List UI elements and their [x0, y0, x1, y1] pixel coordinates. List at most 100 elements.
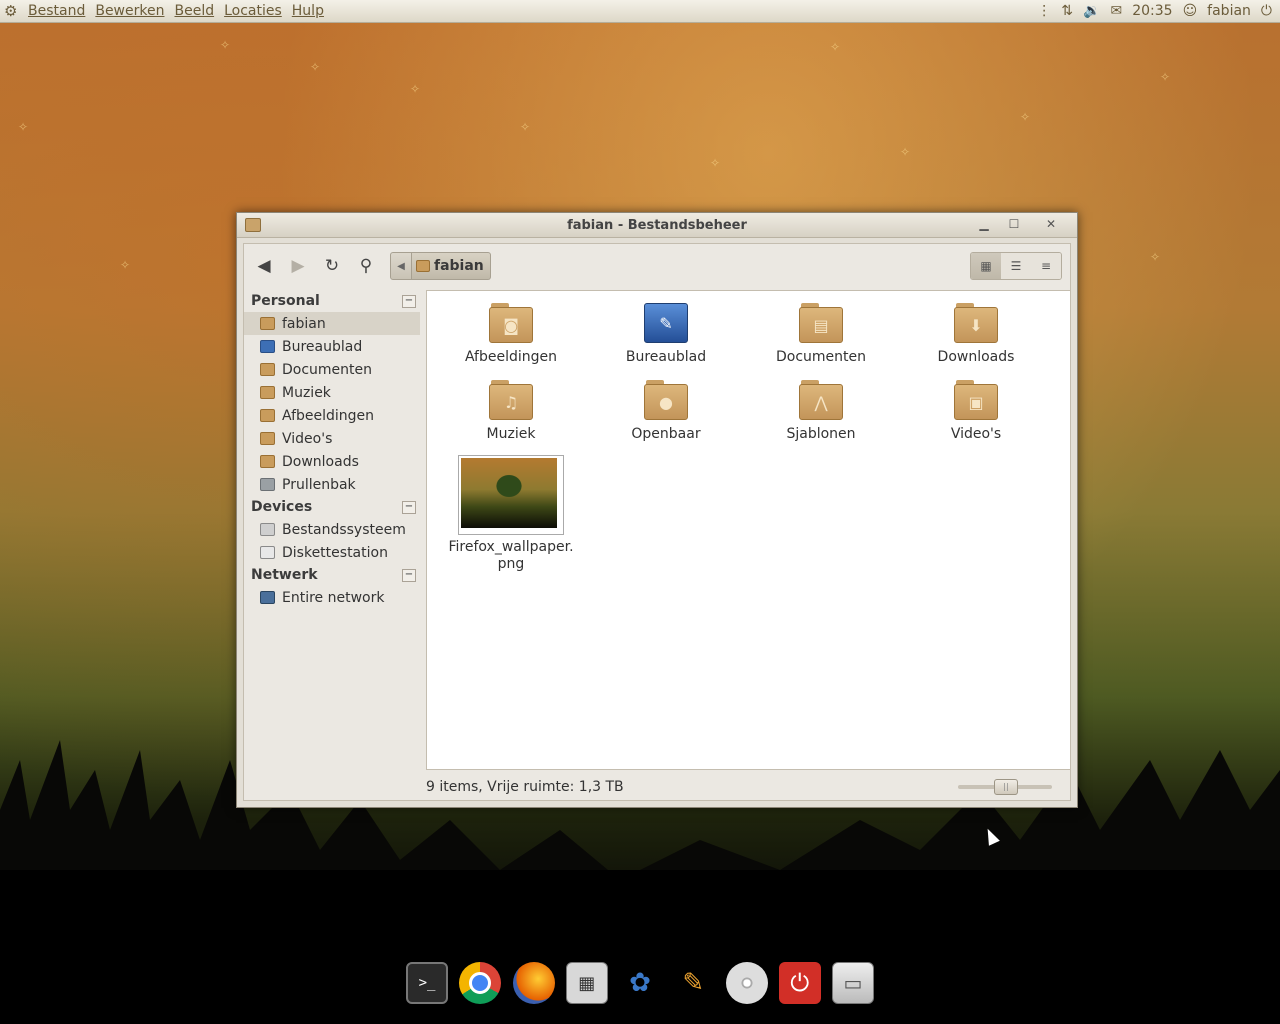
power-icon[interactable]: ⏻: [1261, 3, 1272, 19]
sidebar-heading-netwerk[interactable]: Netwerk −: [244, 564, 420, 586]
drive-icon: [260, 523, 275, 536]
sidebar-item-bureaublad[interactable]: Bureaublad: [244, 335, 420, 358]
search-icon[interactable]: ⚲: [352, 252, 380, 280]
collapse-icon[interactable]: −: [402, 568, 416, 582]
clock[interactable]: 20:35: [1132, 3, 1172, 19]
star-decoration: ✧: [830, 40, 841, 54]
sidebar-item-entire-network[interactable]: Entire network: [244, 586, 420, 609]
sidebar-item-fabian[interactable]: fabian: [244, 312, 420, 335]
documents-folder-icon: ▤: [799, 303, 843, 343]
sidebar-item-prullenbak[interactable]: Prullenbak: [244, 473, 420, 496]
sidebar-item-bestandssysteem[interactable]: Bestandssysteem: [244, 518, 420, 541]
sidebar-item-documenten[interactable]: Documenten: [244, 358, 420, 381]
menu-bestand[interactable]: Bestand: [28, 3, 85, 19]
sidebar-heading-personal[interactable]: Personal −: [244, 290, 420, 312]
file-name: Documenten: [775, 349, 866, 365]
gnome-icon[interactable]: ✿: [619, 962, 661, 1004]
compact-view-button[interactable]: ≡: [1031, 253, 1061, 279]
paint-icon[interactable]: ✎: [672, 962, 714, 1004]
file-name: Openbaar: [631, 426, 701, 442]
star-decoration: ✧: [120, 258, 131, 272]
music-folder-icon: [260, 386, 275, 399]
network-arrows-icon[interactable]: ⇅: [1061, 3, 1073, 19]
window-titlebar[interactable]: fabian - Bestandsbeheer ▁ ☐ ✕: [237, 213, 1077, 238]
file-item-bureaublad[interactable]: ✎ Bureaublad: [596, 303, 736, 365]
sidebar-heading-devices[interactable]: Devices −: [244, 496, 420, 518]
menu-beeld[interactable]: Beeld: [174, 3, 214, 19]
chrome-icon[interactable]: [459, 962, 502, 1004]
close-button[interactable]: ✕: [1031, 216, 1071, 232]
file-view[interactable]: ◙ Afbeeldingen ✎ Bureaublad ▤ Documenten…: [426, 290, 1070, 770]
file-manager-icon[interactable]: ▭: [832, 962, 874, 1004]
cd-icon[interactable]: [725, 962, 768, 1004]
file-item-sjablonen[interactable]: ⋀ Sjablonen: [751, 380, 891, 442]
list-view-button[interactable]: ☰: [1001, 253, 1031, 279]
file-name: Muziek: [486, 426, 536, 442]
collapse-icon[interactable]: −: [402, 500, 416, 514]
minimize-button[interactable]: ▁: [971, 216, 997, 232]
star-decoration: ✧: [900, 145, 911, 159]
trash-icon: [260, 478, 275, 491]
desktop-icon: ✎: [644, 303, 688, 343]
sidebar-item-label: Video's: [282, 430, 333, 447]
star-decoration: ✧: [310, 60, 321, 74]
zoom-slider-knob[interactable]: ||: [994, 779, 1018, 795]
sidebar-item-label: Afbeeldingen: [282, 407, 375, 424]
sidebar-item-diskettestation[interactable]: Diskettestation: [244, 541, 420, 564]
ubuntu-logo-icon[interactable]: ⚙: [4, 3, 20, 19]
star-decoration: ✧: [220, 38, 231, 52]
maximize-button[interactable]: ☐: [1001, 216, 1027, 232]
file-item-firefox-wallpaper[interactable]: Firefox_wallpaper. png: [441, 455, 581, 573]
file-item-afbeeldingen[interactable]: ◙ Afbeeldingen: [441, 303, 581, 365]
public-folder-icon: ●: [644, 380, 688, 420]
zoom-slider[interactable]: ||: [958, 779, 1052, 795]
user-name[interactable]: fabian: [1207, 3, 1251, 19]
star-decoration: ✧: [1150, 250, 1161, 264]
path-button-home[interactable]: fabian: [412, 252, 491, 280]
volume-icon[interactable]: 🔉: [1083, 3, 1100, 19]
file-item-documenten[interactable]: ▤ Documenten: [751, 303, 891, 365]
firefox-icon[interactable]: [512, 962, 555, 1004]
back-arrow-icon[interactable]: ◀: [250, 252, 278, 280]
file-item-muziek[interactable]: ♫ Muziek: [441, 380, 581, 442]
reload-icon[interactable]: ↻: [318, 252, 346, 280]
pictures-folder-icon: ◙: [489, 303, 533, 343]
toolbar: ◀ ▶ ↻ ⚲ ◀ fabian ▦ ☰ ≡: [244, 244, 1070, 288]
sidebar-item-label: Documenten: [282, 361, 373, 378]
collapse-icon[interactable]: −: [402, 294, 416, 308]
sidebar-item-label: Entire network: [282, 589, 385, 606]
sidebar-item-label: Muziek: [282, 384, 331, 401]
icon-view-button[interactable]: ▦: [971, 253, 1001, 279]
file-name: Video's: [950, 426, 1002, 442]
window-controls: ▁ ☐ ✕: [971, 216, 1071, 232]
sidebar-heading-label: Netwerk: [251, 567, 318, 583]
mail-icon[interactable]: ✉: [1110, 3, 1122, 19]
sidebar-item-downloads[interactable]: Downloads: [244, 450, 420, 473]
power-icon[interactable]: ⏻: [778, 962, 821, 1004]
star-decoration: ✧: [1160, 70, 1171, 84]
user-icon: ☺: [1182, 3, 1198, 19]
path-scroll-left-button[interactable]: ◀: [390, 252, 412, 280]
pictures-folder-icon: [260, 409, 275, 422]
terminal-icon[interactable]: >_: [406, 962, 448, 1004]
file-name: Firefox_wallpaper. png: [448, 539, 574, 572]
file-name: Bureaublad: [625, 349, 707, 365]
sidebar-item-videos[interactable]: Video's: [244, 427, 420, 450]
sidebar-item-afbeeldingen[interactable]: Afbeeldingen: [244, 404, 420, 427]
network-icon: [260, 591, 275, 604]
sidebar-item-muziek[interactable]: Muziek: [244, 381, 420, 404]
documents-folder-icon: [260, 363, 275, 376]
forward-arrow-icon[interactable]: ▶: [284, 252, 312, 280]
menu-bewerken[interactable]: Bewerken: [95, 3, 164, 19]
menu-locaties[interactable]: Locaties: [224, 3, 282, 19]
menu-hulp[interactable]: Hulp: [292, 3, 324, 19]
file-item-openbaar[interactable]: ● Openbaar: [596, 380, 736, 442]
file-name: Downloads: [937, 349, 1015, 365]
menu-dots-icon[interactable]: ⋮: [1037, 3, 1051, 19]
file-item-downloads[interactable]: ⬇ Downloads: [906, 303, 1046, 365]
home-folder-icon: [416, 260, 430, 272]
file-item-videos[interactable]: ▣ Video's: [906, 380, 1046, 442]
calculator-icon[interactable]: ▦: [565, 962, 608, 1004]
window-title: fabian - Bestandsbeheer: [567, 217, 747, 233]
path-button-label: fabian: [434, 258, 484, 274]
